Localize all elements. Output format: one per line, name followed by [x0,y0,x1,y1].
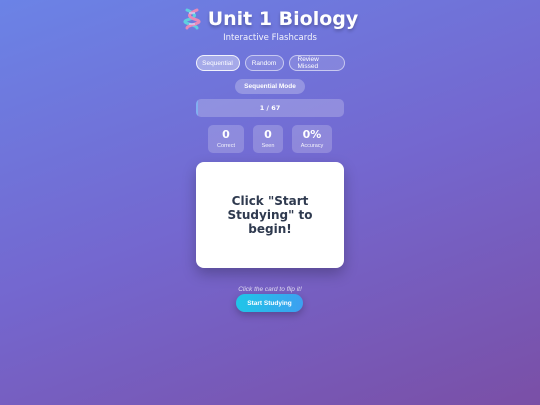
stat-accuracy-label: Accuracy [300,143,324,149]
dna-icon [183,8,201,30]
stat-accuracy: 0% Accuracy [292,125,332,153]
stat-correct-label: Correct [216,143,236,149]
stat-accuracy-value: 0% [302,128,322,141]
progress-bar: 1 / 67 [196,99,344,117]
stat-correct-value: 0 [222,128,230,141]
progress-text: 1 / 67 [259,104,281,112]
random-mode-button[interactable]: Random [244,55,284,71]
stat-seen: 0 Seen [253,125,283,153]
stat-correct: 0 Correct [208,125,244,153]
flip-hint: Click the card to flip it! [238,286,302,293]
current-mode-badge: Sequential Mode [235,79,305,94]
mode-selector: Sequential Random Review Missed [0,55,540,71]
review-missed-mode-button[interactable]: Review Missed [288,55,345,71]
start-studying-button[interactable]: Start Studying [236,294,303,312]
page-subtitle: Interactive Flashcards [223,33,317,43]
page-title: Unit 1 Biology [0,8,540,30]
sequential-mode-button[interactable]: Sequential [195,55,240,71]
flashcard[interactable]: Click "Start Studying" to begin! [196,162,344,268]
flashcard-text: Click "Start Studying" to begin! [227,194,313,236]
flashcard-app: Unit 1 Biology Interactive Flashcards Se… [0,0,540,405]
stat-seen-value: 0 [264,128,272,141]
page-title-text: Unit 1 Biology [207,8,359,30]
stats-row: 0 Correct 0 Seen 0% Accuracy [0,125,540,153]
stat-seen-label: Seen [261,143,275,149]
